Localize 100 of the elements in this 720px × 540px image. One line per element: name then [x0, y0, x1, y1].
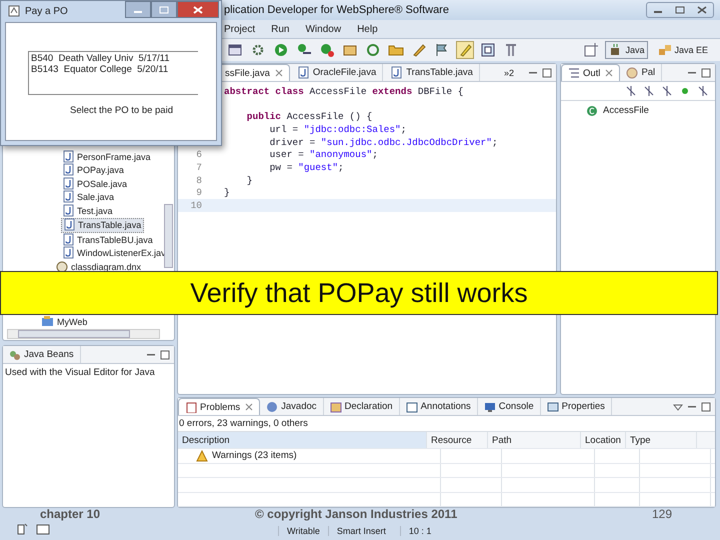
view-tab[interactable]: Problems: [178, 398, 260, 415]
warning-icon: [196, 450, 208, 462]
close-icon: [274, 69, 283, 77]
code-line: }: [246, 174, 253, 186]
dialog-title: Pay a PO: [25, 6, 69, 16]
java-file-icon: [61, 204, 75, 218]
java-file-icon: [61, 150, 75, 164]
list-item[interactable]: B5143 Equator College 5/20/11: [31, 64, 196, 75]
outline-item[interactable]: AccessFile: [561, 101, 715, 117]
tree-item[interactable]: Test.java: [61, 204, 115, 218]
menu-item[interactable]: Project: [222, 24, 258, 34]
line-number: 8: [195, 174, 202, 186]
maximize-icon: [160, 350, 170, 360]
java-file-icon: [61, 176, 75, 191]
maximize-button[interactable]: [151, 1, 177, 18]
maximize-icon: [542, 68, 552, 78]
close-icon: [193, 6, 203, 14]
line-number: 10: [190, 200, 202, 212]
maximize-icon: [701, 402, 711, 412]
maximize-icon: [675, 6, 685, 14]
dot-icon: [679, 85, 691, 97]
java-file-icon: [61, 190, 75, 204]
column-header[interactable]: Type: [626, 432, 697, 448]
palette-icon: [626, 66, 638, 78]
window-icon: [227, 42, 243, 58]
tree-item[interactable]: PersonFrame.java: [61, 150, 153, 164]
pencil-icon: [411, 42, 427, 58]
tree-item[interactable]: Sale.java: [61, 190, 116, 204]
tree-item[interactable]: POSale.java: [61, 177, 130, 190]
problems-summary: 0 errors, 23 warnings, 0 others: [178, 417, 309, 431]
view-tab[interactable]: Outl: [561, 64, 620, 81]
view-tab[interactable]: Properties: [540, 398, 612, 415]
minimize-button[interactable]: [125, 1, 151, 18]
code-line: pw = "guest";: [268, 162, 344, 173]
column-header[interactable]: Description: [178, 432, 427, 448]
status-field: Smart Insert: [328, 526, 400, 536]
line-number: 9: [195, 187, 202, 198]
maximize-icon: [159, 6, 169, 14]
tree-item[interactable]: MyWeb: [41, 316, 90, 329]
perspective-button[interactable]: Java: [605, 41, 648, 59]
status-field: Writable: [278, 526, 328, 536]
slide-banner: Verify that POPay still works: [0, 271, 718, 315]
view-tab[interactable]: Console: [478, 398, 541, 415]
menu-item[interactable]: Help: [355, 24, 380, 34]
tree-item[interactable]: POPay.java: [61, 164, 126, 177]
view-description: Used with the Visual Editor for Java: [4, 366, 156, 380]
beans-icon: [9, 348, 21, 360]
perspective-button[interactable]: Java EE: [654, 41, 712, 59]
frame-button[interactable]: [479, 41, 497, 59]
vertical-scrollbar[interactable]: [164, 204, 173, 268]
highlighter-button[interactable]: [456, 41, 474, 59]
table-cell[interactable]: Warnings (23 items): [178, 449, 441, 462]
pillar-icon: [503, 42, 519, 58]
menu-item[interactable]: Run: [269, 24, 292, 34]
view-tab[interactable]: TransTable.java: [383, 64, 480, 81]
column-header[interactable]: Resource: [427, 432, 488, 448]
column-header[interactable]: Path: [488, 432, 581, 448]
code-line: public AccessFile () {: [246, 111, 372, 122]
tree-item[interactable]: classdiagram.dnx: [55, 260, 144, 274]
view-tab[interactable]: Annotations: [400, 398, 478, 415]
java-file-icon: [389, 66, 404, 80]
tree-item[interactable]: TransTable.java: [61, 218, 144, 233]
horizontal-scrollbar[interactable]: [7, 329, 160, 339]
play-button[interactable]: [272, 41, 290, 59]
monitor-icon: [484, 400, 496, 412]
tree-item[interactable]: TransTableBU.java: [61, 233, 155, 246]
view-tab[interactable]: Pal: [620, 64, 662, 81]
boxes-icon: [658, 43, 672, 57]
java-file-icon: [61, 246, 75, 260]
gear-icon: [250, 42, 266, 58]
java-file-icon: [296, 66, 310, 80]
view-tab[interactable]: Declaration: [324, 398, 400, 415]
view-tab[interactable]: OracleFile.java: [290, 64, 384, 81]
po-list[interactable]: B540 Death Valley Univ 5/17/11 B5143 Equator College 5/20/11: [28, 51, 198, 95]
tree-item[interactable]: WindowListenerEx.jav: [61, 246, 168, 260]
open-perspective-icon: [583, 42, 600, 58]
view-tab[interactable]: Javadoc: [260, 398, 324, 415]
menu-item[interactable]: Window: [303, 24, 344, 34]
code-line: driver = "sun.jdbc.odbc.JdbcOdbcDriver";: [268, 136, 498, 148]
flag-icon: [434, 42, 450, 58]
close-icon: [245, 403, 254, 411]
list-icon: [568, 67, 580, 79]
slide-footer-copyright: © copyright Janson Industries 2011: [255, 507, 458, 521]
slide-footer-chapter: chapter 10: [40, 507, 100, 521]
dot-button[interactable]: [679, 85, 691, 97]
column-header[interactable]: Location: [581, 432, 626, 448]
code-line: user = "anonymous";: [268, 149, 378, 160]
more-tabs-button[interactable]: »2: [498, 68, 528, 78]
class-icon: [585, 103, 599, 117]
scrollbar-thumb[interactable]: [18, 330, 130, 338]
table-icon: [546, 400, 559, 412]
close-button[interactable]: [177, 1, 219, 18]
java-file-icon: [61, 163, 75, 178]
list-item[interactable]: B540 Death Valley Univ 5/17/11: [31, 53, 196, 64]
frame-icon: [480, 42, 496, 58]
line-number: 7: [195, 162, 202, 173]
maximize-icon: [701, 68, 711, 78]
app-icon: [7, 4, 21, 18]
play-icon: [273, 42, 289, 58]
code-line: abstract class AccessFile extends DBFile {: [224, 86, 464, 97]
